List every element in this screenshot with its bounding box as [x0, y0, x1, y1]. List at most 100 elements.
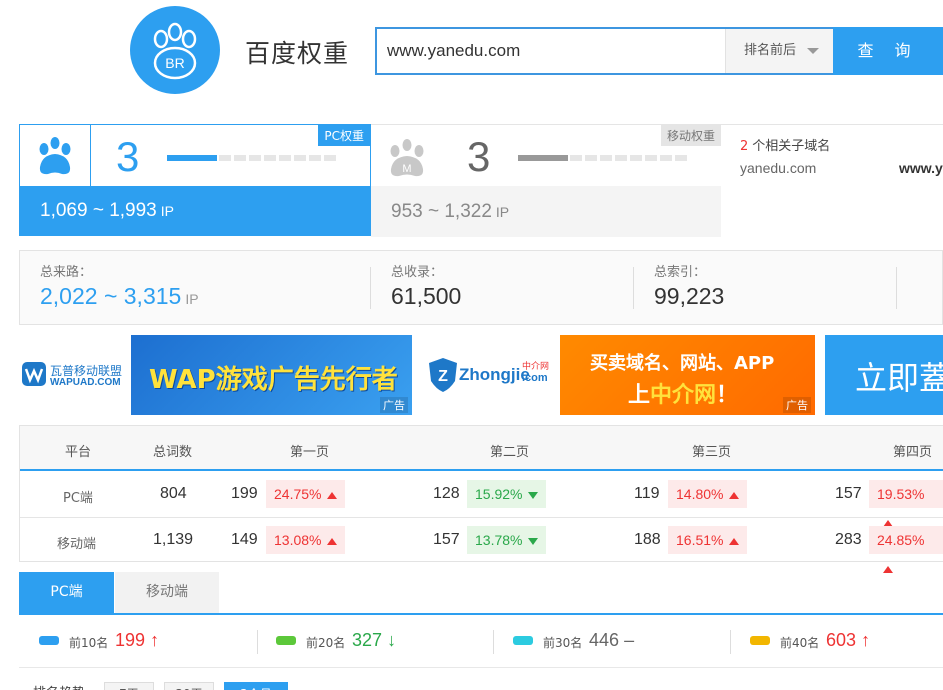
- mobile-weight-bar-rest: [570, 155, 688, 161]
- table-cell-count: 199: [231, 485, 258, 502]
- pct-value: 24.85%: [877, 532, 925, 548]
- pct-badge: 14.80%: [668, 480, 748, 508]
- table-header-cell: 总词数: [153, 445, 193, 460]
- pc-paw-box: [20, 125, 91, 186]
- ad3-banner[interactable]: 立即蓋: [825, 335, 943, 415]
- triangle-up-icon: [327, 491, 338, 499]
- subdomain-count-label: 个相关子域名: [752, 139, 831, 154]
- tab-pc[interactable]: PC端: [19, 572, 114, 613]
- mobile-ip-unit: IP: [495, 204, 510, 220]
- table-cell-total: 804: [160, 485, 187, 502]
- pct-badge: 15.92%: [467, 480, 547, 508]
- arrow-down-icon: ↓: [387, 630, 397, 650]
- search-box: 排名前后: [375, 27, 835, 75]
- stat-value: 2,022 ~ 3,315 IP: [40, 283, 199, 310]
- dash-icon: –: [624, 630, 635, 650]
- trend-button-3m[interactable]: 3个月: [224, 682, 288, 690]
- ad1-banner[interactable]: WAP游戏广告先行者 广告: [131, 335, 412, 415]
- chevron-down-icon: [807, 48, 819, 54]
- subdomain-link[interactable]: yanedu.com: [740, 160, 816, 176]
- table-header-cell: 平台: [65, 445, 92, 460]
- legend-value-number: 327: [352, 630, 383, 650]
- ad2-banner[interactable]: 买卖域名、网站、APP 上中介网！ 广告: [560, 335, 815, 415]
- pct-badge: 13.08%: [266, 526, 346, 554]
- table-header-cell: 第三页: [692, 445, 732, 460]
- subdomain-link[interactable]: www.y: [899, 160, 943, 176]
- legend-value-number: 446: [589, 630, 620, 650]
- legend-value: 199 ↑: [115, 630, 159, 651]
- pc-weight-badge: PC权重: [318, 125, 370, 146]
- logo[interactable]: BR: [130, 6, 220, 94]
- ad1-brand[interactable]: 瓦普移动联盟 WAPUAD.COM: [19, 335, 131, 415]
- stat-indexed: 总收录： 61,500: [371, 251, 633, 324]
- mobile-weight-bar-fill: [518, 155, 568, 161]
- paw-logo-icon: BR: [153, 22, 197, 80]
- pct-value: 19.53%: [877, 486, 925, 502]
- stat-value: 99,223: [654, 283, 725, 309]
- stat-index: 总索引： 99,223: [634, 251, 896, 324]
- pc-ip-range: 1,069 ~ 1,993 IP: [20, 186, 370, 235]
- legend-label: 前40名: [780, 636, 820, 650]
- table-cell-platform: 移动端: [57, 537, 97, 552]
- table-cell-count: 157: [835, 485, 862, 502]
- mobile-weight-bar: [518, 155, 688, 161]
- ad3-text: 立即蓋: [855, 359, 943, 397]
- ad2-text-line1: 买卖域名、网站、APP: [590, 353, 775, 374]
- mobile-paw-icon: M: [390, 139, 424, 177]
- trend-button-7d[interactable]: 7天: [104, 682, 154, 690]
- pc-weight-value: 3: [116, 133, 140, 180]
- sort-select-label: 排名前后: [744, 43, 797, 58]
- ad2-brand-sub: 中介网: [522, 362, 550, 372]
- rank-legend: 前10名 199 ↑ 前20名 327 ↓ 前30名 446 – 前40名 60…: [19, 616, 943, 668]
- search-button[interactable]: 查 询: [833, 27, 943, 75]
- legend-swatch: [276, 636, 296, 645]
- ad2-brand[interactable]: Z Zhongjie 中介网 .com: [412, 335, 560, 415]
- legend-swatch: [750, 636, 770, 645]
- mobile-ip-value: 953 ~ 1,322: [391, 201, 492, 222]
- pc-weight-bar-fill: [167, 155, 217, 161]
- pct-value: 15.92%: [475, 486, 523, 502]
- triangle-up-icon: [729, 491, 740, 499]
- pct-badge: 24.75%: [266, 480, 346, 508]
- legend-value: 603 ↑: [826, 630, 870, 651]
- table-header: 平台 总词数 第一页 第二页 第三页 第四页: [20, 426, 943, 471]
- legend-value: 446 –: [589, 630, 634, 651]
- pc-ip-value: 1,069 ~ 1,993: [40, 200, 157, 221]
- ad2-text-highlight: 中介网: [650, 383, 717, 408]
- subdomain-count: 2 个相关子域名: [740, 135, 830, 154]
- legend-label: 前10名: [69, 636, 109, 650]
- pc-weight-card[interactable]: 3 PC权重 1,069 ~ 1,993 IP: [19, 124, 371, 236]
- sort-select[interactable]: 排名前后: [725, 29, 833, 73]
- arrow-up-icon: ↑: [861, 630, 871, 650]
- table-header-cell: 第一页: [290, 445, 330, 460]
- ad1-brand-bottom: WAPUAD.COM: [50, 377, 121, 388]
- triangle-up-icon: [729, 537, 740, 545]
- wapuad-logo-icon: [22, 362, 46, 386]
- mobile-weight-card[interactable]: M 3 移动权重 953 ~ 1,322 IP: [371, 124, 721, 237]
- stats-row: 总来路： 2,022 ~ 3,315 IP 总收录： 61,500 总索引： 99…: [19, 250, 943, 325]
- pct-value: 13.08%: [274, 532, 322, 548]
- stat-value: 61,500: [391, 283, 462, 309]
- trend-button-30d[interactable]: 30天: [164, 682, 214, 690]
- divider: [730, 630, 731, 654]
- ad2-text-line2: 上中介网！: [628, 377, 738, 409]
- pct-value: 14.80%: [676, 486, 724, 502]
- stat-label: 总索引：: [654, 265, 707, 280]
- svg-text:Z: Z: [438, 368, 448, 385]
- table-cell-platform: PC端: [63, 491, 93, 506]
- table-cell-count: 149: [231, 531, 258, 548]
- table-row: 移动端 1,139 149 13.08% 157 13.78% 188 16.5…: [20, 517, 943, 573]
- pct-badge: 19.53%: [869, 480, 943, 527]
- paw-icon: [39, 137, 71, 175]
- mobile-ip-range: 953 ~ 1,322 IP: [371, 186, 721, 237]
- tab-mobile[interactable]: 移动端: [115, 572, 219, 613]
- divider: [257, 630, 258, 654]
- zhongjie-shield-icon: Z: [429, 358, 457, 392]
- table-cell-count: 283: [835, 531, 862, 548]
- search-input[interactable]: [387, 29, 717, 73]
- subdomain-panel: 2 个相关子域名 yanedu.com www.y: [721, 124, 943, 236]
- pct-badge: 24.85%: [869, 526, 943, 573]
- pc-ip-unit: IP: [160, 203, 174, 219]
- platform-tabs: PC端 移动端: [19, 572, 943, 615]
- stat-label: 总来路：: [40, 265, 93, 280]
